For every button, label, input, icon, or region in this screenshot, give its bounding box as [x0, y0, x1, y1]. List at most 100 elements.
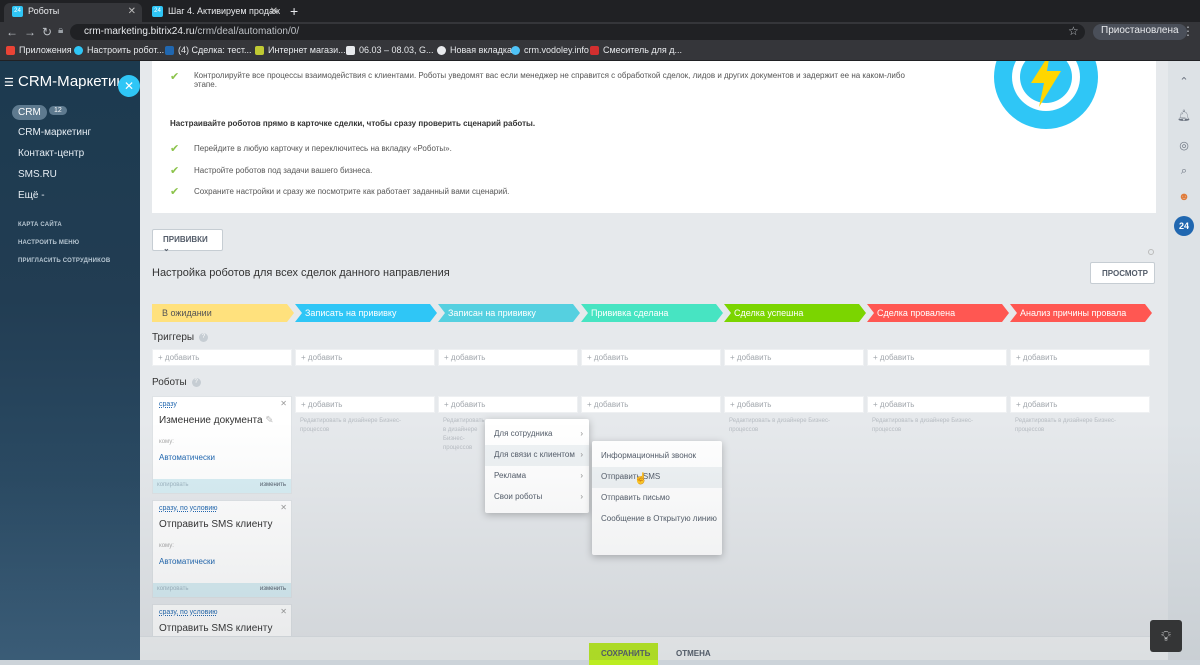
bookmark-item[interactable]: Смеситель для д... [590, 45, 682, 56]
menu-item-advertising[interactable]: Реклама › [485, 466, 589, 487]
edit-robot-link[interactable]: изменить [260, 586, 286, 592]
add-robot-button[interactable]: + добавить [724, 396, 864, 413]
bookmark-item[interactable]: Новая вкладка [437, 45, 512, 56]
sidebar-item-crm[interactable]: CRM [12, 105, 47, 120]
delete-robot-icon[interactable]: ✕ [280, 607, 287, 616]
sidebar-item-crm-marketing[interactable]: CRM-маркетинг [18, 127, 91, 138]
bookmark-item[interactable]: Интернет магази... [255, 45, 346, 56]
url-host: crm-marketing.bitrix24.ru [84, 26, 195, 37]
menu-item-send-sms[interactable]: Отправить SMS [592, 467, 722, 488]
preview-button[interactable]: ПРОСМОТР [1090, 262, 1155, 284]
chevron-right-icon: › [580, 450, 583, 459]
add-trigger-button[interactable]: + добавить [724, 349, 864, 366]
tab-robots[interactable]: 24 Роботы ✕ [4, 3, 142, 22]
bell-icon[interactable]: 🔔︎ [1176, 109, 1192, 125]
robot-card[interactable]: сразу, по условию ✕ Отправить SMS клиент… [152, 604, 292, 636]
add-trigger-button[interactable]: + добавить [152, 349, 292, 366]
recipient-value[interactable]: Автоматически [159, 453, 215, 462]
help-icon[interactable]: ? [191, 377, 201, 387]
cancel-button[interactable]: ОТМЕНА [676, 649, 711, 658]
sidebar-item-more[interactable]: Ещё - [18, 190, 45, 201]
scroll-indicator[interactable] [1148, 249, 1154, 255]
add-trigger-button[interactable]: + добавить [867, 349, 1007, 366]
crm-count-badge: 12 [49, 106, 67, 115]
bp-designer-hint[interactable]: Редактировать в дизайнере Бизнес-процесс… [872, 417, 1002, 435]
bookmark-item[interactable]: (4) Сделка: тест... [165, 45, 252, 56]
add-robot-button[interactable]: + добавить [867, 396, 1007, 413]
bookmark-item[interactable]: 06.03 – 08.03, G... [346, 45, 434, 56]
info-step: Перейдите в любую карточку и переключите… [194, 144, 452, 153]
search-icon[interactable]: ⌕ [1176, 165, 1192, 181]
forward-icon[interactable]: → [24, 25, 36, 39]
robot-timing-link[interactable]: сразу [159, 401, 177, 408]
help-icon[interactable]: ? [199, 332, 209, 342]
copy-robot-link[interactable]: копировать [157, 586, 189, 592]
add-robot-button[interactable]: + добавить [438, 396, 578, 413]
scroll-up-icon[interactable]: ⌃ [1176, 75, 1192, 91]
url-path: /crm/deal/automation/0/ [194, 26, 300, 37]
pencil-icon[interactable]: ✎ [265, 415, 273, 426]
menu-item-for-employee[interactable]: Для сотрудника › [485, 424, 589, 445]
bookmark-label: Интернет магази... [268, 45, 346, 55]
bitrix24-favicon-icon: 24 [12, 6, 23, 18]
avatar[interactable]: ☻ [1176, 191, 1192, 207]
browser-menu-icon[interactable]: ⋮ [1182, 24, 1194, 38]
robot-card[interactable]: сразу, по условию ✕ Отправить SMS клиент… [152, 500, 292, 598]
bookmark-apps[interactable]: Приложения [6, 45, 72, 56]
edit-robot-link[interactable]: изменить [260, 482, 286, 488]
robots-info-card: ✔ Контролируйте все процессы взаимодейст… [152, 61, 1156, 213]
sidebar-item-sms-ru[interactable]: SMS.RU [18, 169, 57, 180]
add-robot-button[interactable]: + добавить [581, 396, 721, 413]
pipeline-selector[interactable]: ПРИВИВКИ ⌄ [152, 229, 223, 253]
sidebar-item-contact-center[interactable]: Контакт-центр [18, 148, 84, 159]
menu-item-openline-message[interactable]: Сообщение в Открытую линию [592, 509, 722, 530]
help-lightbulb-icon[interactable]: 💡︎ [1150, 620, 1182, 652]
add-trigger-button[interactable]: + добавить [581, 349, 721, 366]
add-trigger-button[interactable]: + добавить [438, 349, 578, 366]
bp-designer-hint[interactable]: Редактировать в дизайнере Бизнес-процесс… [443, 417, 485, 453]
lock-icon[interactable]: 🔒︎ [58, 25, 63, 36]
bp-designer-hint[interactable]: Редактировать в дизайнере Бизнес-процесс… [729, 417, 859, 435]
robot-timing-link[interactable]: сразу, по условию [159, 505, 218, 512]
robot-name: Отправить SMS клиенту [159, 623, 273, 634]
tab-step4[interactable]: 24 Шаг 4. Активируем продаж ✕ [144, 3, 284, 22]
menu-item-client-contact[interactable]: Для связи с клиентом › [485, 445, 589, 466]
delete-robot-icon[interactable]: ✕ [280, 399, 287, 408]
add-robot-button[interactable]: + добавить [295, 396, 435, 413]
bp-designer-hint[interactable]: Редактировать в дизайнере Бизнес-процесс… [300, 417, 430, 435]
add-robot-button[interactable]: + добавить [1010, 396, 1150, 413]
save-button[interactable]: СОХРАНИТЬ [589, 643, 658, 665]
apps-grid-icon [6, 46, 15, 56]
close-tab-icon[interactable]: ✕ [128, 6, 136, 17]
menu-item-custom-robots[interactable]: Свои роботы › [485, 487, 589, 508]
robot-timing-link[interactable]: сразу, по условию [159, 609, 218, 616]
reload-icon[interactable]: ↻ [42, 25, 52, 39]
add-trigger-button[interactable]: + добавить [1010, 349, 1150, 366]
recipient-value[interactable]: Автоматически [159, 557, 215, 566]
bookmark-item[interactable]: crm.vodoley.info [511, 45, 589, 56]
add-trigger-button[interactable]: + добавить [295, 349, 435, 366]
info-step: Сохраните настройки и сразу же посмотрит… [194, 187, 510, 196]
chat-icon[interactable]: ◎ [1176, 139, 1192, 155]
profile-button[interactable]: Приостановлена [1093, 24, 1187, 40]
bookmark-star-icon[interactable]: ☆ [1068, 24, 1079, 38]
menu-item-send-email[interactable]: Отправить письмо [592, 488, 722, 509]
close-tab-icon[interactable]: ✕ [270, 6, 278, 17]
new-tab-icon[interactable]: + [290, 3, 298, 19]
bookmark-item[interactable]: Настроить робот... [74, 45, 164, 56]
hamburger-menu-icon[interactable]: ☰ [4, 76, 14, 89]
menu-item-info-call[interactable]: Информационный звонок [592, 446, 722, 467]
robot-card[interactable]: сразу ✕ Изменение документа ✎ кому: Авто… [152, 396, 292, 494]
close-icon[interactable]: ✕ [118, 75, 140, 97]
tab-label: Роботы [28, 6, 60, 16]
sidebar-item-configure-menu[interactable]: НАСТРОИТЬ МЕНЮ [18, 240, 79, 246]
sidebar-item-sitemap[interactable]: КАРТА САЙТА [18, 222, 62, 228]
copy-robot-link[interactable]: копировать [157, 482, 189, 488]
bitrix24-logo-icon[interactable]: 24 [1174, 216, 1194, 236]
back-icon[interactable]: ← [6, 25, 18, 39]
sidebar-item-invite[interactable]: ПРИГЛАСИТЬ СОТРУДНИКОВ [18, 258, 110, 264]
delete-robot-icon[interactable]: ✕ [280, 503, 287, 512]
bp-designer-hint[interactable]: Редактировать в дизайнере Бизнес-процесс… [1015, 417, 1145, 435]
sidebar-title: CRM-Маркетинг [18, 73, 131, 90]
url-field[interactable]: crm-marketing.bitrix24.ru/crm/deal/autom… [70, 24, 1085, 40]
